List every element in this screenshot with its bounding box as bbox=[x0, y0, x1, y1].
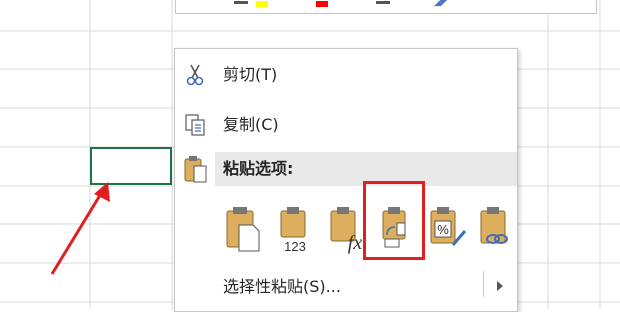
paste-formatting-caption: % bbox=[437, 222, 449, 237]
paste-icon bbox=[226, 207, 260, 252]
underline-icon[interactable] bbox=[234, 1, 248, 4]
format-icon[interactable]: ◢◤ bbox=[434, 0, 448, 8]
paste-formatting-icon: % bbox=[430, 207, 467, 246]
copy-label: 复制(C) bbox=[223, 115, 279, 134]
highlight-box bbox=[363, 181, 425, 260]
paste-values-icon: 123 bbox=[280, 207, 306, 254]
paste-options-header-label: 粘贴选项: bbox=[223, 159, 294, 178]
paste-option-formatting[interactable]: % bbox=[425, 199, 469, 255]
paste-special-label: 选择性粘贴(S)... bbox=[223, 277, 341, 296]
mini-toolbar: ◢◤ bbox=[175, 0, 597, 14]
highlight-color-swatch[interactable] bbox=[256, 1, 268, 7]
paste-option-paste[interactable] bbox=[221, 199, 265, 255]
submenu-divider bbox=[483, 271, 484, 297]
submenu-arrow-icon bbox=[497, 281, 503, 291]
context-menu: 剪切(T) 复制(C) 粘贴选项: 123 fx % 选择性粘贴(S)... bbox=[174, 48, 518, 312]
paste-formulas-caption: fx bbox=[348, 232, 363, 254]
paste-option-link[interactable] bbox=[475, 199, 519, 255]
paste-option-values[interactable]: 123 bbox=[273, 199, 317, 255]
border-icon[interactable] bbox=[376, 1, 390, 4]
paste-header-icon bbox=[184, 156, 207, 183]
scissors-icon bbox=[186, 64, 204, 86]
font-color-swatch[interactable] bbox=[316, 1, 328, 7]
menu-item-cut[interactable]: 剪切(T) bbox=[175, 57, 517, 93]
paste-link-icon bbox=[480, 207, 508, 244]
copy-icon bbox=[185, 114, 205, 136]
cut-label: 剪切(T) bbox=[223, 65, 278, 84]
paste-values-caption: 123 bbox=[284, 239, 306, 254]
menu-item-copy[interactable]: 复制(C) bbox=[175, 107, 517, 143]
annotation-arrow-icon bbox=[50, 182, 110, 275]
menu-item-paste-special[interactable]: 选择性粘贴(S)... bbox=[175, 269, 517, 305]
